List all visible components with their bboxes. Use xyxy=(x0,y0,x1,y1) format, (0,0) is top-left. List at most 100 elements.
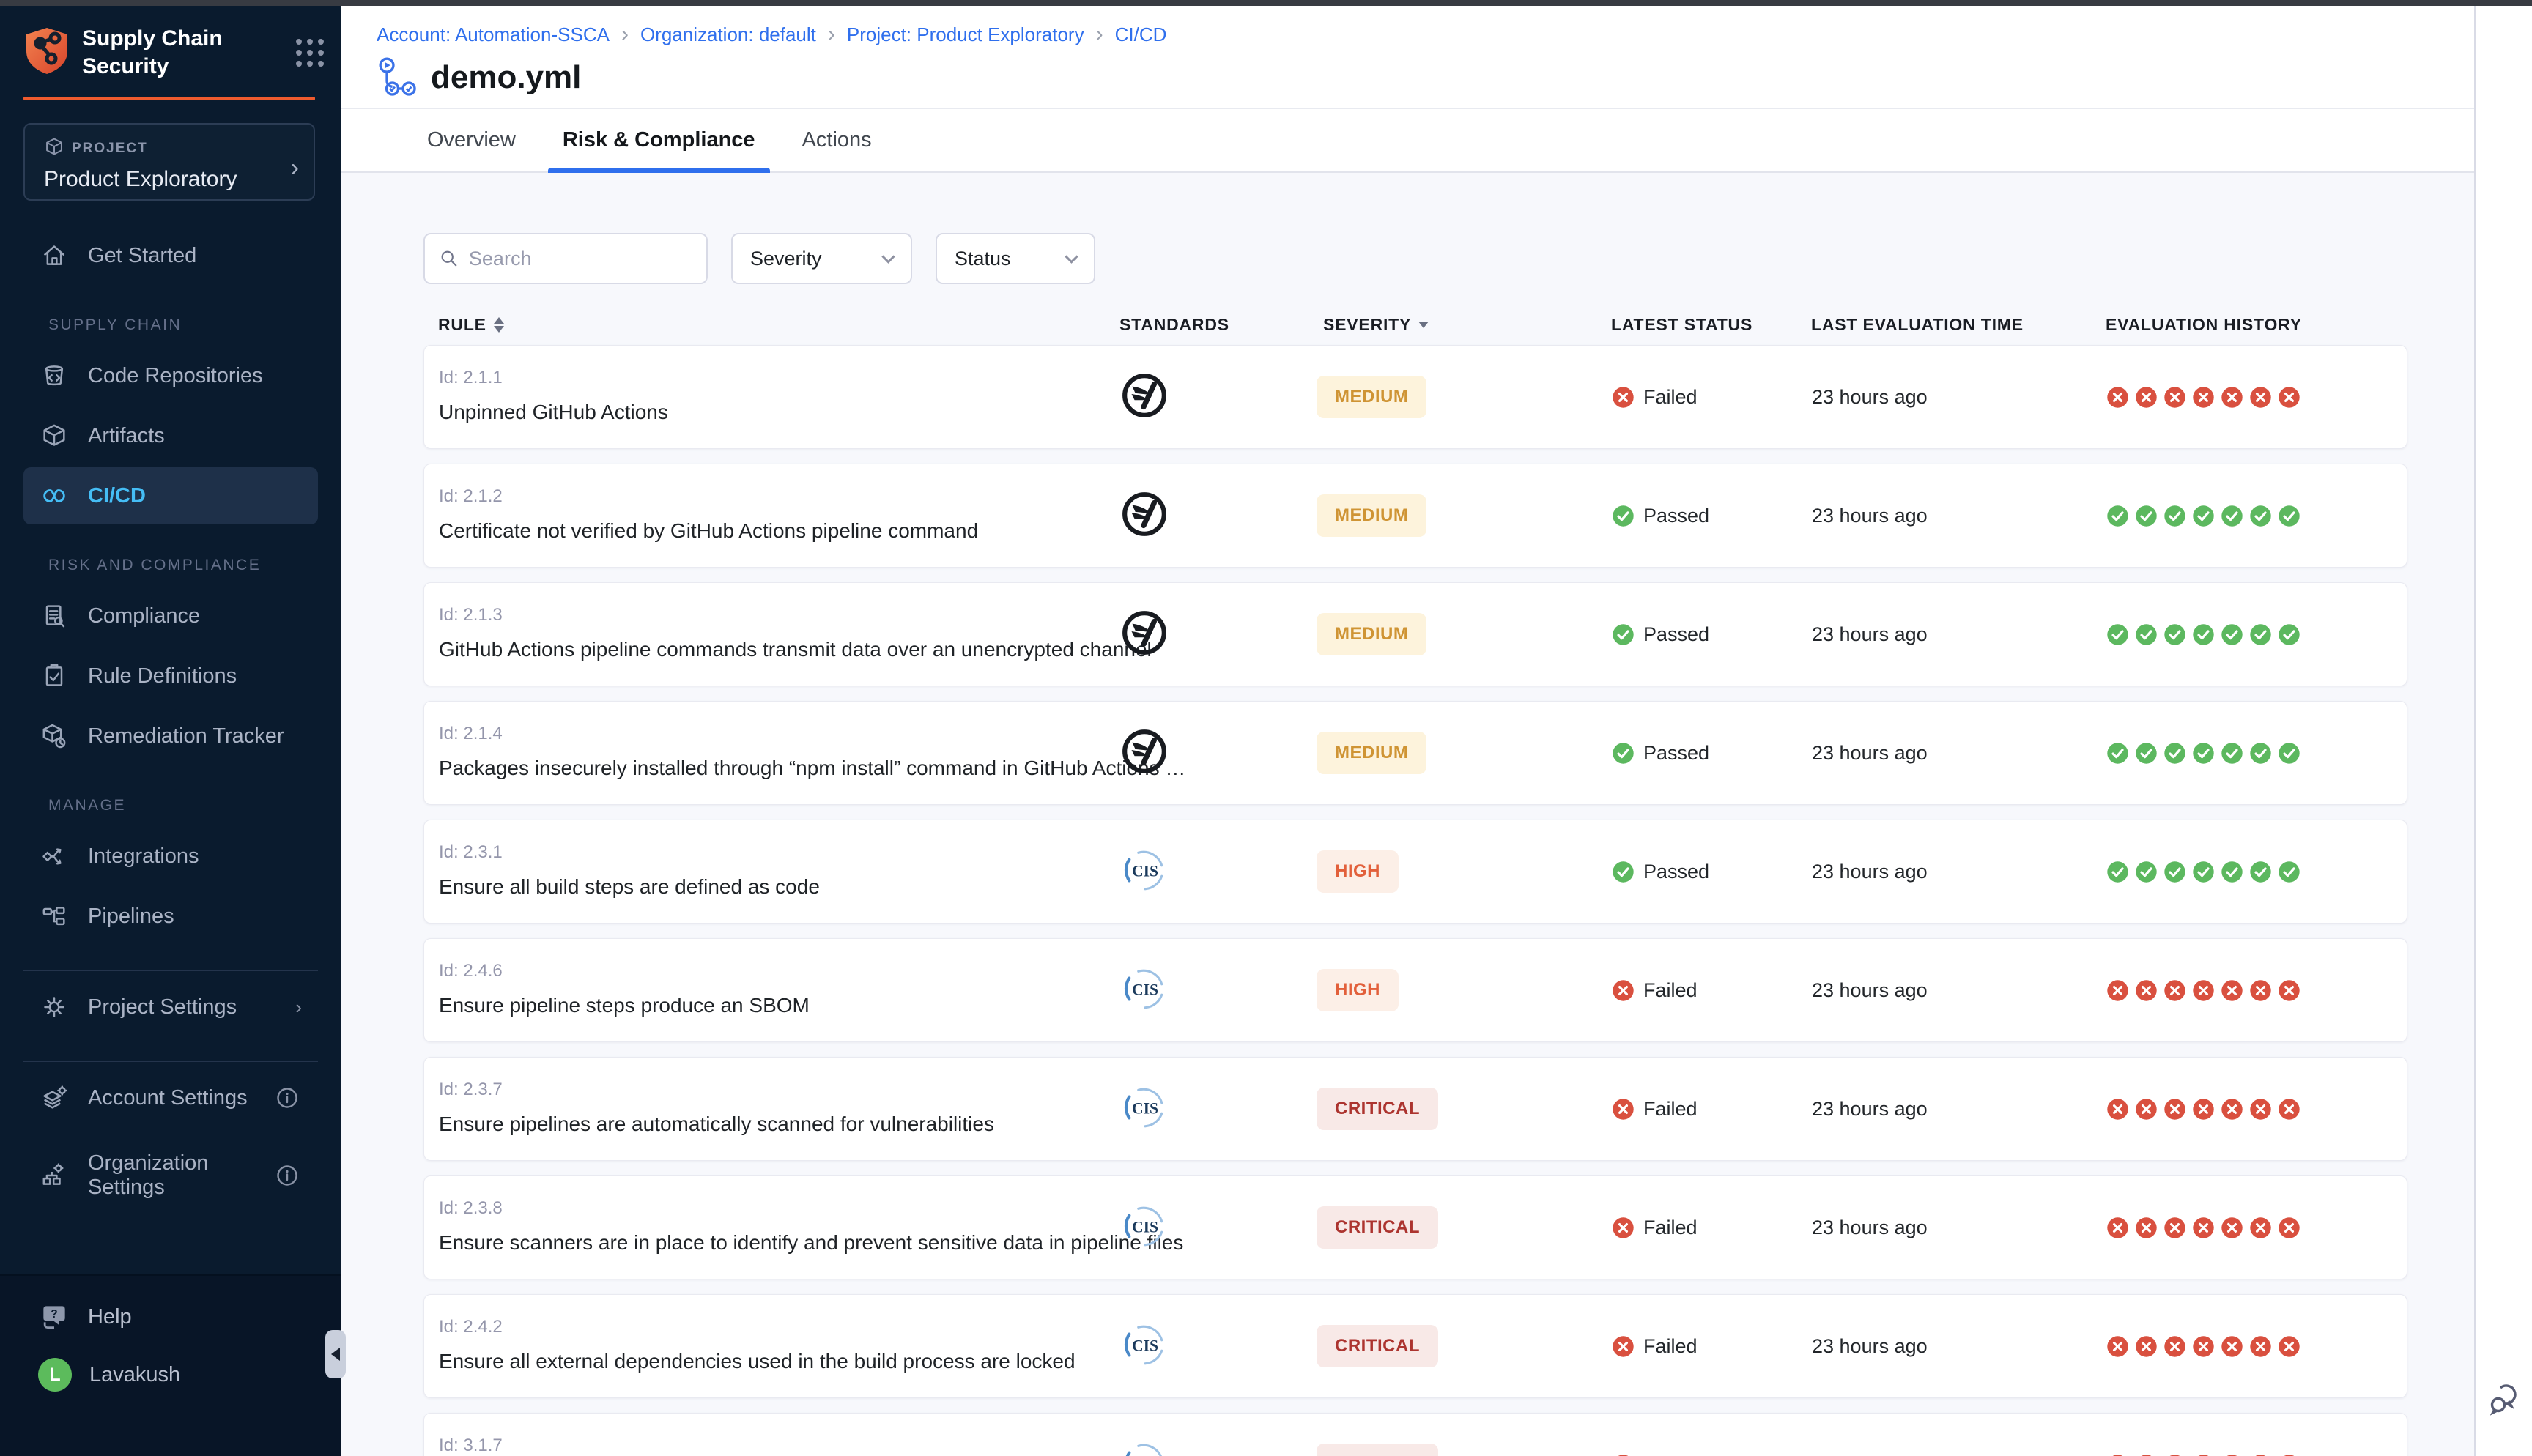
user-menu[interactable]: L Lavakush xyxy=(38,1358,341,1392)
sidebar-item-integrations[interactable]: Integrations xyxy=(23,828,318,885)
tab-actions[interactable]: Actions xyxy=(798,109,876,171)
history-failed-icon[interactable] xyxy=(2249,386,2272,409)
table-row[interactable]: Id: 2.3.1 Ensure all build steps are def… xyxy=(423,820,2407,924)
history-failed-icon[interactable] xyxy=(2163,1217,2186,1239)
history-failed-icon[interactable] xyxy=(2278,1098,2300,1121)
history-passed-icon[interactable] xyxy=(2163,742,2186,765)
breadcrumb-organization-link[interactable]: Organization: default xyxy=(640,23,816,46)
history-passed-icon[interactable] xyxy=(2278,623,2300,646)
history-failed-icon[interactable] xyxy=(2163,1454,2186,1456)
history-failed-icon[interactable] xyxy=(2135,1454,2158,1456)
history-failed-icon[interactable] xyxy=(2192,386,2215,409)
history-failed-icon[interactable] xyxy=(2106,1335,2129,1358)
history-failed-icon[interactable] xyxy=(2221,386,2243,409)
history-passed-icon[interactable] xyxy=(2106,623,2129,646)
table-row[interactable]: Id: 2.1.3 GitHub Actions pipeline comman… xyxy=(423,582,2407,686)
history-passed-icon[interactable] xyxy=(2192,861,2215,883)
info-icon[interactable] xyxy=(273,1165,302,1186)
history-passed-icon[interactable] xyxy=(2249,623,2272,646)
severity-sort-desc-icon[interactable] xyxy=(1418,322,1429,328)
history-failed-icon[interactable] xyxy=(2106,979,2129,1002)
history-passed-icon[interactable] xyxy=(2221,505,2243,527)
history-failed-icon[interactable] xyxy=(2249,1454,2272,1456)
history-failed-icon[interactable] xyxy=(2249,1335,2272,1358)
breadcrumb-account-link[interactable]: Account: Automation-SSCA xyxy=(377,23,610,46)
sidebar-item-account-settings[interactable]: Account Settings xyxy=(23,1069,318,1126)
history-failed-icon[interactable] xyxy=(2221,1335,2243,1358)
history-failed-icon[interactable] xyxy=(2221,979,2243,1002)
history-failed-icon[interactable] xyxy=(2278,1217,2300,1239)
history-failed-icon[interactable] xyxy=(2249,979,2272,1002)
history-failed-icon[interactable] xyxy=(2278,979,2300,1002)
history-passed-icon[interactable] xyxy=(2192,505,2215,527)
history-passed-icon[interactable] xyxy=(2163,623,2186,646)
sidebar-item-rule-definitions[interactable]: Rule Definitions xyxy=(23,647,318,705)
sidebar-item-remediation-tracker[interactable]: Remediation Tracker xyxy=(23,707,318,765)
history-passed-icon[interactable] xyxy=(2221,861,2243,883)
sidebar-item-organization-settings[interactable]: Organization Settings xyxy=(23,1147,318,1204)
history-passed-icon[interactable] xyxy=(2221,742,2243,765)
severity-filter-select[interactable]: Severity xyxy=(731,233,912,284)
sidebar-item-get-started[interactable]: Get Started xyxy=(23,227,318,284)
table-row[interactable]: Id: 3.1.7 CIS CRITICAL Failed 23 hours a… xyxy=(423,1413,2407,1456)
history-failed-icon[interactable] xyxy=(2135,1217,2158,1239)
sidebar-item-compliance[interactable]: Compliance xyxy=(23,587,318,645)
history-passed-icon[interactable] xyxy=(2106,505,2129,527)
search-input[interactable] xyxy=(469,248,693,270)
history-passed-icon[interactable] xyxy=(2278,861,2300,883)
history-passed-icon[interactable] xyxy=(2192,623,2215,646)
tab-overview[interactable]: Overview xyxy=(423,109,520,171)
history-failed-icon[interactable] xyxy=(2278,1454,2300,1456)
table-row[interactable]: Id: 2.1.1 Unpinned GitHub Actions MEDIUM… xyxy=(423,345,2407,449)
sidebar-collapse-handle[interactable] xyxy=(325,1330,346,1378)
table-row[interactable]: Id: 2.3.7 Ensure pipelines are automatic… xyxy=(423,1057,2407,1161)
history-passed-icon[interactable] xyxy=(2278,742,2300,765)
info-icon[interactable] xyxy=(273,1087,302,1109)
history-failed-icon[interactable] xyxy=(2192,1454,2215,1456)
history-failed-icon[interactable] xyxy=(2106,386,2129,409)
history-failed-icon[interactable] xyxy=(2135,386,2158,409)
history-passed-icon[interactable] xyxy=(2278,505,2300,527)
history-failed-icon[interactable] xyxy=(2249,1217,2272,1239)
history-failed-icon[interactable] xyxy=(2163,386,2186,409)
table-row[interactable]: Id: 2.1.4 Packages insecurely installed … xyxy=(423,701,2407,805)
history-failed-icon[interactable] xyxy=(2106,1217,2129,1239)
history-passed-icon[interactable] xyxy=(2192,742,2215,765)
history-failed-icon[interactable] xyxy=(2221,1217,2243,1239)
sidebar-item-pipelines[interactable]: Pipelines xyxy=(23,888,318,945)
history-passed-icon[interactable] xyxy=(2135,623,2158,646)
history-failed-icon[interactable] xyxy=(2221,1454,2243,1456)
history-passed-icon[interactable] xyxy=(2135,742,2158,765)
table-row[interactable]: Id: 2.4.6 Ensure pipeline steps produce … xyxy=(423,938,2407,1042)
table-row[interactable]: Id: 2.3.8 Ensure scanners are in place t… xyxy=(423,1175,2407,1279)
history-passed-icon[interactable] xyxy=(2106,861,2129,883)
table-row[interactable]: Id: 2.4.2 Ensure all external dependenci… xyxy=(423,1294,2407,1398)
project-selector[interactable]: PROJECT Product Exploratory › xyxy=(23,123,315,201)
history-passed-icon[interactable] xyxy=(2249,505,2272,527)
history-passed-icon[interactable] xyxy=(2249,742,2272,765)
history-passed-icon[interactable] xyxy=(2106,742,2129,765)
history-failed-icon[interactable] xyxy=(2192,1335,2215,1358)
history-failed-icon[interactable] xyxy=(2249,1098,2272,1121)
history-failed-icon[interactable] xyxy=(2135,1098,2158,1121)
history-passed-icon[interactable] xyxy=(2249,861,2272,883)
history-failed-icon[interactable] xyxy=(2163,1098,2186,1121)
history-failed-icon[interactable] xyxy=(2278,386,2300,409)
help-button[interactable]: ? Help xyxy=(38,1301,341,1333)
history-failed-icon[interactable] xyxy=(2163,979,2186,1002)
history-passed-icon[interactable] xyxy=(2221,623,2243,646)
history-passed-icon[interactable] xyxy=(2163,505,2186,527)
breadcrumb-project-link[interactable]: Project: Product Exploratory xyxy=(847,23,1084,46)
status-filter-select[interactable]: Status xyxy=(936,233,1095,284)
history-passed-icon[interactable] xyxy=(2135,861,2158,883)
tab-risk-and-compliance[interactable]: Risk & Compliance xyxy=(558,109,760,171)
history-passed-icon[interactable] xyxy=(2163,861,2186,883)
sidebar-item-cicd[interactable]: CI/CD xyxy=(23,467,318,524)
history-failed-icon[interactable] xyxy=(2192,1098,2215,1121)
table-row[interactable]: Id: 2.1.2 Certificate not verified by Gi… xyxy=(423,464,2407,568)
search-box[interactable] xyxy=(423,233,708,284)
history-failed-icon[interactable] xyxy=(2192,979,2215,1002)
breadcrumb-cicd-link[interactable]: CI/CD xyxy=(1115,23,1167,46)
history-failed-icon[interactable] xyxy=(2278,1335,2300,1358)
history-failed-icon[interactable] xyxy=(2106,1098,2129,1121)
